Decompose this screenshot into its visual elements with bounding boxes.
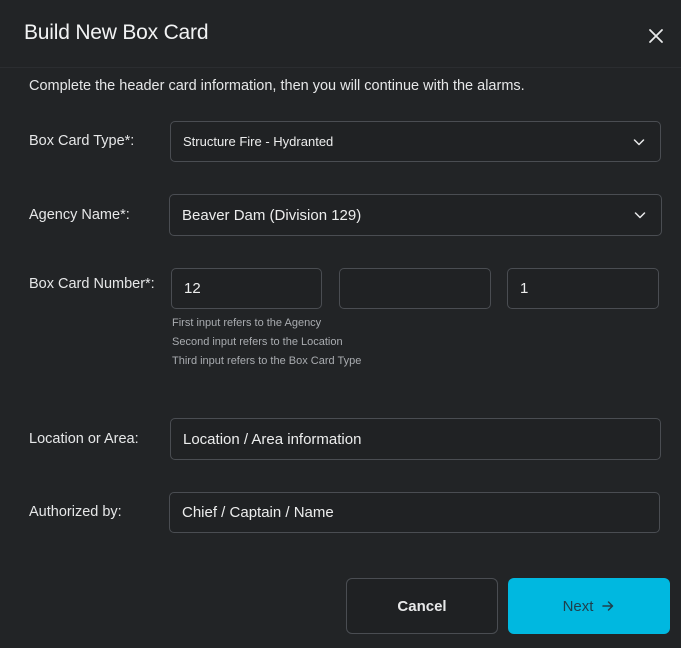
- hint-agency: First input refers to the Agency: [172, 317, 322, 329]
- arrow-right-icon: [602, 601, 614, 611]
- box-card-number-agency-input[interactable]: [171, 268, 322, 309]
- location-input[interactable]: [170, 418, 661, 460]
- header-divider: [0, 67, 681, 68]
- intro-text: Complete the header card information, th…: [29, 78, 525, 94]
- authorized-by-input[interactable]: [169, 492, 660, 533]
- dialog-title: Build New Box Card: [24, 21, 209, 44]
- cancel-button-label: Cancel: [397, 597, 447, 615]
- agency-name-value: Beaver Dam (Division 129): [182, 206, 362, 224]
- authorized-by-label: Authorized by:: [29, 504, 122, 520]
- box-card-number-location-input[interactable]: [339, 268, 491, 309]
- build-box-card-dialog: Build New Box Card Complete the header c…: [0, 0, 681, 648]
- cancel-button[interactable]: Cancel: [346, 578, 498, 634]
- box-card-number-label: Box Card Number*:: [29, 276, 155, 292]
- chevron-down-icon: [634, 212, 646, 219]
- box-card-type-value: Structure Fire - Hydranted: [183, 134, 334, 149]
- agency-name-select[interactable]: Beaver Dam (Division 129): [169, 194, 662, 236]
- next-button-label: Next: [562, 597, 594, 615]
- hint-box-card-type: Third input refers to the Box Card Type: [172, 355, 362, 367]
- close-button[interactable]: [644, 24, 668, 48]
- hint-location: Second input refers to the Location: [172, 336, 343, 348]
- box-card-type-label: Box Card Type*:: [29, 133, 135, 149]
- close-icon: [649, 29, 663, 43]
- box-card-type-select[interactable]: Structure Fire - Hydranted: [170, 121, 661, 162]
- agency-name-label: Agency Name*:: [29, 207, 130, 223]
- chevron-down-icon: [633, 138, 645, 145]
- box-card-number-type-input[interactable]: [507, 268, 659, 309]
- next-button[interactable]: Next: [508, 578, 670, 634]
- location-label: Location or Area:: [29, 431, 139, 447]
